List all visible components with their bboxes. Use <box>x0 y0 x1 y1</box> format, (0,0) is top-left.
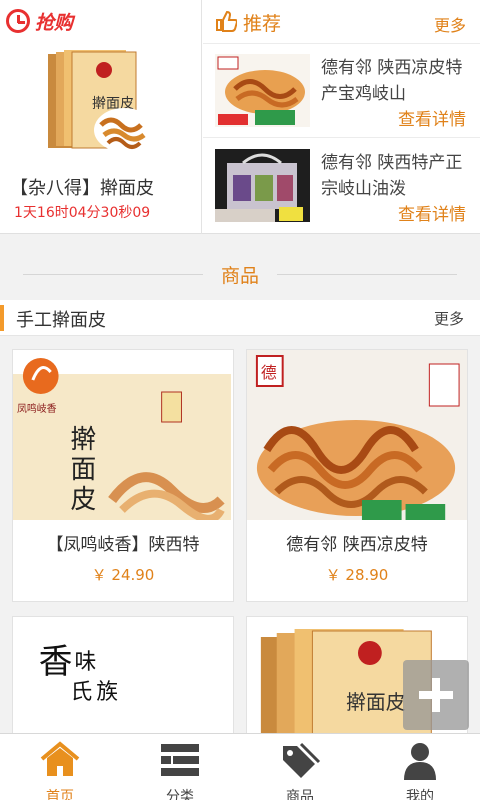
recommend-item[interactable]: 德有邻 陕西特产正宗岐山油泼 查看详情 <box>203 140 480 233</box>
tab-products-label: 商品 <box>286 789 314 800</box>
recommend-panel: 推荐 更多 德有邻 陕西凉皮特产宝鸡岐山 查看详情 德有邻 陕西特产正宗岐山油泼… <box>203 0 480 234</box>
tab-category[interactable]: 分类 <box>120 734 240 800</box>
product-image[interactable]: 凤鸣岐香 擀 面 皮 <box>13 350 233 520</box>
recommend-item-detail-link[interactable]: 查看详情 <box>398 105 466 130</box>
svg-text:味: 味 <box>74 650 96 675</box>
tab-products[interactable]: 商品 <box>240 734 360 800</box>
category-more-link[interactable]: 更多 <box>434 308 464 329</box>
bottom-nav: 首页 分类 商品 我的 <box>0 733 480 800</box>
product-price: ￥ 24.90 <box>91 566 155 584</box>
tab-profile[interactable]: 我的 <box>360 734 480 800</box>
flash-sale-header: 抢购 <box>6 6 73 36</box>
svg-text:擀: 擀 <box>70 425 96 455</box>
promo-area: 抢购 擀面皮 【杂八得】擀面皮 1天16时04分30秒09 推荐 更多 德有邻 … <box>0 0 480 234</box>
section-title: 商品 <box>220 264 259 287</box>
recommend-item-image[interactable] <box>215 54 310 127</box>
user-icon <box>404 743 436 780</box>
recommend-more-link[interactable]: 更多 <box>434 12 466 36</box>
tab-category-label: 分类 <box>166 789 194 800</box>
tab-home-label: 首页 <box>46 789 74 800</box>
plus-icon-stroke <box>432 678 440 712</box>
list-icon <box>161 744 199 776</box>
flash-sale-countdown: 1天16时04分30秒09 <box>14 205 151 221</box>
svg-text:擀面皮: 擀面皮 <box>346 691 406 714</box>
svg-text:凤鸣岐香: 凤鸣岐香 <box>17 402 57 415</box>
category-accent-bar <box>0 305 4 331</box>
recommend-title: 推荐 <box>243 13 282 35</box>
product-price: ￥ 28.90 <box>325 566 389 584</box>
product-name[interactable]: 【凤鸣岐香】陕西特 <box>13 530 233 555</box>
product-card[interactable]: 德 德有邻 陕西凉皮特 ￥ 28.90 <box>246 349 468 602</box>
alarm-clock-icon <box>6 9 30 33</box>
product-name[interactable]: 德有邻 陕西凉皮特 <box>247 530 467 555</box>
flash-sale-product-name[interactable]: 【杂八得】擀面皮 <box>10 174 154 200</box>
recommend-header: 推荐 更多 <box>203 0 480 44</box>
svg-text:氏: 氏 <box>70 680 92 705</box>
flash-sale-panel[interactable]: 抢购 擀面皮 【杂八得】擀面皮 1天16时04分30秒09 <box>0 0 202 234</box>
section-divider: 商品 <box>0 248 480 300</box>
tab-home[interactable]: 首页 <box>0 734 120 800</box>
svg-text:族: 族 <box>96 680 118 705</box>
recommend-item[interactable]: 德有邻 陕西凉皮特产宝鸡岐山 查看详情 <box>203 45 480 138</box>
product-card[interactable]: 凤鸣岐香 擀 面 皮 【凤鸣岐香】陕西特 ￥ 24.90 <box>12 349 234 602</box>
tab-profile-label: 我的 <box>406 789 434 800</box>
recommend-item-desc: 德有邻 陕西特产正宗岐山油泼 <box>321 153 463 199</box>
divider-line <box>277 273 457 275</box>
home-icon <box>40 741 80 776</box>
flash-sale-title: 抢购 <box>35 11 74 34</box>
divider-line <box>22 273 203 275</box>
recommend-item-detail-link[interactable]: 查看详情 <box>398 200 466 225</box>
flash-sale-product-image[interactable]: 擀面皮 <box>46 50 156 160</box>
svg-text:香: 香 <box>39 642 73 681</box>
thumbs-up-icon <box>216 10 237 32</box>
recommend-item-desc: 德有邻 陕西凉皮特产宝鸡岐山 <box>321 58 463 104</box>
product-image[interactable]: 德 <box>247 350 467 520</box>
category-title: 手工擀面皮 <box>16 310 106 331</box>
app-screen: 抢购 擀面皮 【杂八得】擀面皮 1天16时04分30秒09 推荐 更多 德有邻 … <box>0 0 480 800</box>
svg-text:德: 德 <box>261 363 277 382</box>
tag-icon <box>283 742 321 778</box>
svg-text:面: 面 <box>70 455 96 485</box>
category-header: 手工擀面皮 更多 <box>0 300 480 336</box>
add-button[interactable] <box>403 660 469 730</box>
svg-text:皮: 皮 <box>70 485 96 515</box>
recommend-item-image[interactable] <box>215 149 310 222</box>
